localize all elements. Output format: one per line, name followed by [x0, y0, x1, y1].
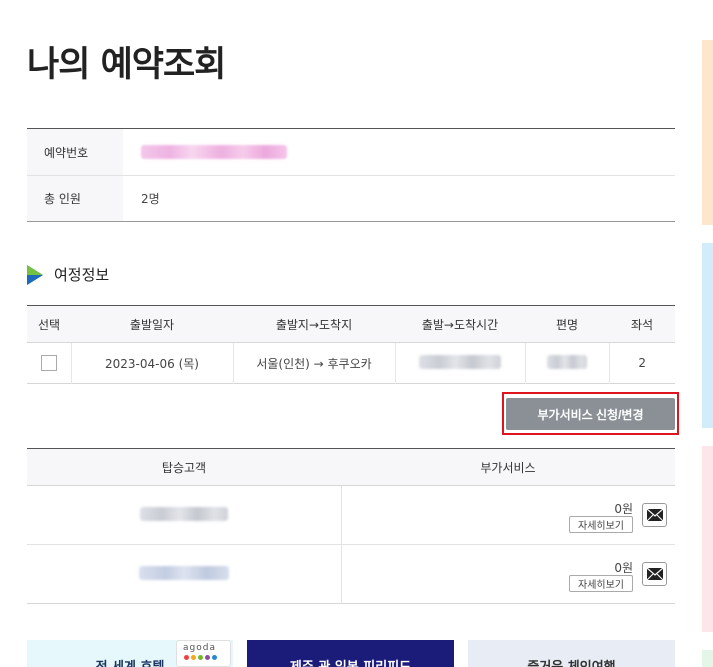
total-passengers-value: 2명 — [141, 192, 160, 206]
detail-button[interactable]: 자세히보기 — [569, 575, 633, 592]
side-strip — [702, 40, 713, 225]
redacted-passenger-name — [139, 506, 228, 521]
mail-button[interactable] — [642, 562, 667, 586]
promo-banner[interactable]: 제주 관 일본 피리피드 — [247, 640, 454, 667]
column-header: 좌석 — [609, 305, 675, 343]
itinerary-heading: 여정정보 — [27, 264, 109, 285]
service-price: 0원 — [614, 561, 633, 575]
column-header: 선택 — [27, 305, 71, 343]
travel-banner[interactable]: 즐거운 체인여행 — [468, 640, 675, 667]
select-cell — [27, 343, 71, 384]
table-row: 2023-04-06 (목) 서울(인천) → 후쿠오카 2 — [27, 342, 675, 384]
reservation-info-table: 예약번호 총 인원 2명 — [27, 128, 675, 222]
agoda-logo: agoda — [176, 640, 231, 667]
envelope-icon — [646, 568, 663, 580]
service-cell: 0원 자세히보기 — [341, 486, 675, 545]
agoda-logo-text: agoda — [183, 643, 216, 653]
passenger-name-cell — [27, 544, 342, 604]
total-passengers-row: 총 인원 2명 — [27, 175, 675, 221]
route: 서울(인천) → 후쿠오카 — [232, 342, 395, 384]
passenger-name-cell — [27, 485, 342, 545]
redacted-time — [419, 354, 501, 369]
passenger-table: 탑승고객 부가서비스 0원 자세히보기 0원 자세히보기 — [27, 448, 675, 604]
service-price: 0원 — [614, 502, 633, 516]
side-strip — [702, 446, 713, 632]
redacted-reservation-number — [141, 145, 287, 159]
column-header: 출발지→도착지 — [233, 305, 395, 343]
flag-icon — [27, 264, 43, 285]
select-checkbox[interactable] — [40, 355, 57, 371]
table-row: 0원 자세히보기 — [27, 544, 675, 604]
column-header: 부가서비스 — [341, 448, 675, 486]
detail-button[interactable]: 자세히보기 — [569, 516, 633, 533]
reservation-number-value — [123, 145, 287, 159]
column-header: 출발→도착시간 — [395, 305, 525, 343]
redacted-flight-number — [547, 354, 587, 369]
side-strip — [702, 650, 713, 667]
envelope-icon — [646, 509, 663, 521]
flight-cell — [524, 342, 609, 384]
time-cell — [394, 342, 525, 384]
section-title: 여정정보 — [54, 266, 110, 284]
total-passengers-label: 총 인원 — [27, 176, 123, 221]
departure-date: 2023-04-06 (목) — [70, 342, 233, 384]
agoda-dots-icon — [184, 655, 217, 660]
reservation-number-label: 예약번호 — [27, 129, 123, 175]
seats: 2 — [608, 342, 675, 384]
redacted-passenger-name — [138, 565, 229, 580]
addon-service-button[interactable]: 부가서비스 신청/변경 — [506, 398, 675, 430]
banner-text: 전 세계 호텔 — [96, 656, 165, 667]
service-cell: 0원 자세히보기 — [341, 544, 675, 604]
page-title: 나의 예약조회 — [27, 45, 226, 85]
side-strip — [702, 243, 713, 428]
banner-text: 제주 관 일본 피리피드 — [290, 656, 411, 667]
mail-button[interactable] — [642, 503, 667, 527]
column-header: 탑승고객 — [27, 448, 341, 486]
table-row: 0원 자세히보기 — [27, 485, 675, 545]
reservation-number-row: 예약번호 — [27, 129, 675, 175]
itinerary-table: 선택 출발일자 출발지→도착지 출발→도착시간 편명 좌석 2023-04-06… — [27, 305, 675, 384]
column-header: 편명 — [525, 305, 609, 343]
banner-text: 즐거운 체인여행 — [527, 656, 615, 667]
column-header: 출발일자 — [71, 305, 233, 343]
